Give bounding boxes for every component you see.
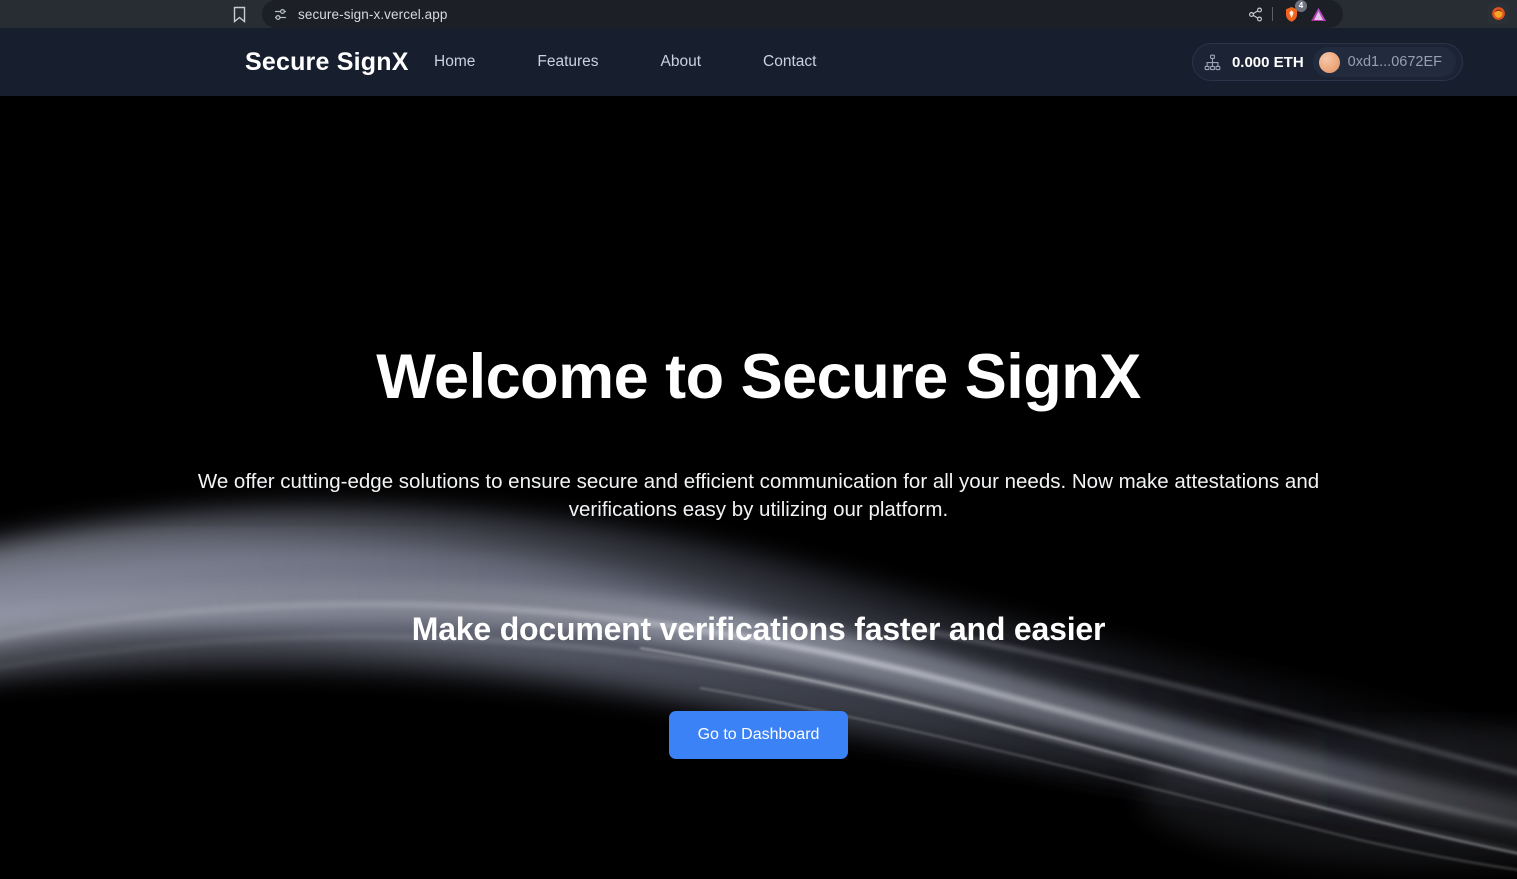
nav-link-about[interactable]: About bbox=[661, 53, 702, 71]
network-nodes-icon[interactable] bbox=[1203, 52, 1223, 72]
hero-subtitle: We offer cutting-edge solutions to ensur… bbox=[197, 470, 1320, 522]
wallet-address-pill[interactable]: 0xd1...0672EF bbox=[1312, 47, 1456, 77]
hero-tagline: Make document verifications faster and e… bbox=[411, 610, 1106, 647]
brave-shield-icon[interactable]: 4 bbox=[1282, 0, 1307, 23]
browser-toolbar: secure-sign-x.vercel.app 4 bbox=[0, 0, 1517, 28]
brand-logo[interactable]: Secure SignX bbox=[245, 48, 409, 77]
share-icon[interactable] bbox=[1247, 6, 1263, 22]
wallet-avatar bbox=[1318, 51, 1340, 73]
sliders-icon[interactable] bbox=[272, 6, 288, 22]
page-title: Welcome to Secure SignX bbox=[376, 342, 1141, 412]
brave-badge-count: 4 bbox=[1295, 0, 1307, 12]
url-text: secure-sign-x.vercel.app bbox=[298, 6, 448, 22]
hero-section: Welcome to Secure SignX We offer cutting… bbox=[0, 96, 1517, 879]
hero-content: Welcome to Secure SignX We offer cutting… bbox=[0, 344, 1517, 759]
bookmark-icon[interactable] bbox=[230, 4, 248, 24]
nav-link-features[interactable]: Features bbox=[537, 53, 598, 71]
triangle-icon[interactable] bbox=[1309, 5, 1327, 23]
go-to-dashboard-button[interactable]: Go to Dashboard bbox=[668, 710, 849, 759]
nav-links: Home Features About Contact bbox=[434, 53, 816, 71]
wallet-widget[interactable]: 0.000 ETH 0xd1...0672EF bbox=[1191, 43, 1463, 81]
site-navbar: Secure SignX Home Features About Contact… bbox=[0, 28, 1517, 96]
firefox-icon[interactable] bbox=[1488, 3, 1509, 24]
url-bar[interactable]: secure-sign-x.vercel.app 4 bbox=[262, 0, 1343, 28]
nav-link-home[interactable]: Home bbox=[434, 53, 475, 71]
nav-link-contact[interactable]: Contact bbox=[763, 53, 816, 71]
wallet-balance: 0.000 ETH bbox=[1231, 53, 1304, 71]
wallet-address: 0xd1...0672EF bbox=[1347, 54, 1442, 70]
cta-container: Go to Dashboard bbox=[0, 710, 1517, 759]
toolbar-divider bbox=[1272, 7, 1273, 21]
